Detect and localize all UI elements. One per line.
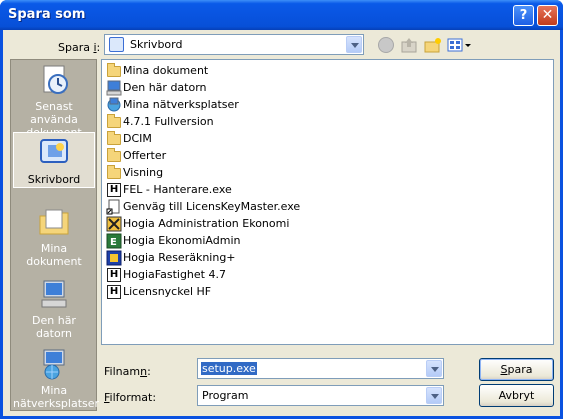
location-value: Skrivbord <box>130 38 183 51</box>
network-places-icon <box>38 348 70 380</box>
folder-icon <box>106 114 122 130</box>
hogia-ekonomi-icon: E <box>106 233 122 249</box>
list-item[interactable]: Offerter <box>106 148 166 164</box>
hogia-exe-icon: H <box>106 284 122 300</box>
list-item[interactable]: Hogia Administration Ekonomi <box>106 216 289 232</box>
location-combo[interactable]: Skrivbord <box>104 34 364 55</box>
list-item[interactable]: Genväg till LicensKeyMaster.exe <box>106 199 300 215</box>
dialog-body: Spara i: Skrivbord Senast använda dokume… <box>3 30 560 416</box>
filename-label: Filnamn: <box>104 365 151 378</box>
place-desktop-label: Skrivbord <box>27 173 81 186</box>
list-item[interactable]: Mina dokument <box>106 63 208 79</box>
list-item[interactable]: Visning <box>106 165 163 181</box>
place-desktop[interactable]: Skrivbord <box>13 132 95 188</box>
title-bar[interactable]: Spara som ? ✕ <box>0 0 563 30</box>
my-documents-icon <box>38 206 70 238</box>
my-computer-icon <box>38 278 70 310</box>
folder-icon <box>106 148 122 164</box>
filename-value[interactable]: setup.exe <box>201 362 257 375</box>
place-recent[interactable]: Senast använda dokument <box>13 64 95 139</box>
folder-documents-icon <box>106 63 122 79</box>
place-network[interactable]: Mina nätverksplatser <box>13 348 99 410</box>
hogia-exe-icon: H <box>106 182 122 198</box>
filename-dropdown-arrow[interactable] <box>426 360 442 377</box>
location-label: Spara i: <box>58 41 101 54</box>
list-item[interactable]: Hogia Reseräkning+ <box>106 250 236 266</box>
help-button[interactable]: ? <box>513 5 534 26</box>
recent-documents-icon <box>38 64 70 96</box>
new-folder-icon[interactable] <box>424 37 442 53</box>
view-menu-icon[interactable] <box>447 37 473 53</box>
place-network-label: Mina nätverksplatser <box>13 384 100 410</box>
list-item[interactable]: 4.7.1 Fullversion <box>106 114 214 130</box>
close-button[interactable]: ✕ <box>537 5 558 26</box>
list-item[interactable]: DCIM <box>106 131 152 147</box>
location-dropdown-arrow[interactable] <box>346 36 362 53</box>
list-item[interactable]: Mina nätverksplatser <box>106 97 239 113</box>
back-icon[interactable] <box>378 37 394 53</box>
desktop-icon <box>38 137 70 169</box>
filetype-label: Filformat: <box>104 391 157 404</box>
hogia-exe-icon: H <box>106 267 122 283</box>
desktop-small-icon <box>109 37 124 52</box>
up-folder-icon[interactable] <box>401 37 417 53</box>
folder-icon <box>106 131 122 147</box>
window-title: Spara som <box>8 7 86 22</box>
file-list[interactable]: Mina dokument Den här datorn Mina nätver… <box>101 59 554 345</box>
network-icon <box>106 97 122 113</box>
list-item[interactable]: E Hogia EkonomiAdmin <box>106 233 240 249</box>
svg-text:E: E <box>110 237 117 248</box>
save-button[interactable]: Spara <box>479 358 554 381</box>
filename-field[interactable]: setup.exe <box>197 358 444 379</box>
list-item[interactable]: Den här datorn <box>106 80 207 96</box>
filetype-value: Program <box>202 389 249 402</box>
place-my-documents-label: Mina dokument <box>26 242 82 268</box>
computer-icon <box>106 80 122 96</box>
save-as-dialog: Spara som ? ✕ Spara i: Skrivbord Senast … <box>0 0 563 419</box>
cancel-button[interactable]: Avbryt <box>479 384 554 407</box>
hogia-rese-icon <box>106 250 122 266</box>
folder-icon <box>106 165 122 181</box>
hogia-admin-icon <box>106 216 122 232</box>
place-my-computer[interactable]: Den här datorn <box>13 278 95 340</box>
place-my-documents[interactable]: Mina dokument <box>13 206 95 268</box>
shortcut-icon <box>106 199 122 215</box>
list-item[interactable]: H FEL - Hanterare.exe <box>106 182 232 198</box>
list-item[interactable]: H Licensnyckel HF <box>106 284 211 300</box>
filetype-select[interactable]: Program <box>197 385 444 406</box>
places-bar: Senast använda dokument Skrivbord Mina d… <box>10 59 99 411</box>
list-item[interactable]: H HogiaFastighet 4.7 <box>106 267 226 283</box>
filetype-dropdown-arrow[interactable] <box>426 387 442 404</box>
place-my-computer-label: Den här datorn <box>32 314 76 340</box>
